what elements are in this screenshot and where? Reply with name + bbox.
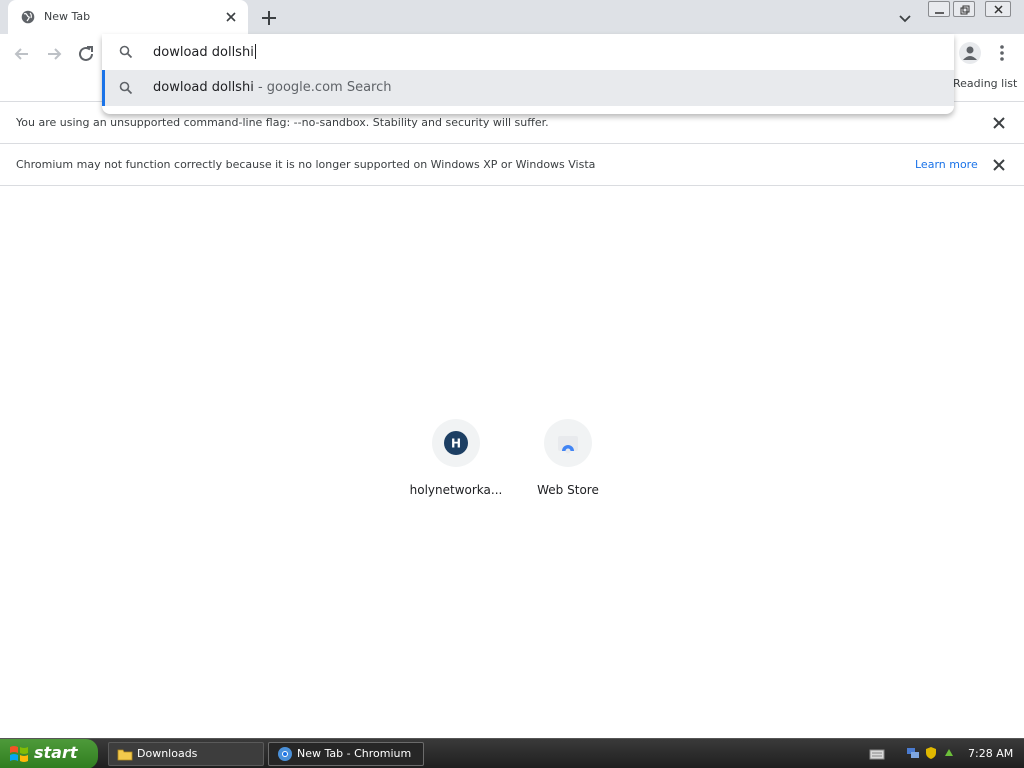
folder-icon (117, 749, 133, 761)
minimize-icon (935, 12, 944, 14)
network-icon[interactable] (906, 746, 920, 760)
reload-icon[interactable] (74, 42, 98, 66)
tab-close-icon[interactable] (222, 8, 240, 26)
shortcut-label: Web Store (537, 483, 599, 497)
shortcut-icon-container: H (432, 419, 480, 467)
shortcut-web-store[interactable]: Web Store (512, 419, 624, 509)
close-icon (994, 5, 1003, 14)
keyboard-icon[interactable] (869, 747, 885, 761)
forward-icon[interactable] (42, 42, 66, 66)
security-shield-icon[interactable] (924, 746, 938, 760)
omnibox-dropdown: dowload dollshi dowload dollshi - google… (102, 34, 954, 114)
update-icon[interactable] (942, 746, 956, 760)
suggestion-text: dowload dollshi - google.com Search (153, 80, 391, 95)
learn-more-link[interactable]: Learn more (915, 158, 978, 171)
start-label: start (34, 743, 78, 762)
close-icon[interactable] (991, 115, 1007, 131)
shortcut-holynetwork[interactable]: H holynetworka... (400, 419, 512, 509)
shortcut-icon-container (544, 419, 592, 467)
infobar-message: Chromium may not function correctly beca… (16, 158, 596, 171)
browser-window: { "tab": { "title": "New Tab" }, "toolba… (0, 0, 1024, 768)
profile-icon (963, 46, 977, 60)
close-icon[interactable] (991, 157, 1007, 173)
taskbar-clock: 7:28 AM (968, 747, 1014, 760)
tab-title: New Tab (44, 10, 91, 23)
tab-new-tab[interactable]: New Tab (8, 0, 248, 34)
web-store-icon (558, 436, 578, 454)
restore-icon (960, 5, 970, 15)
close-window-button[interactable] (985, 1, 1011, 17)
chevron-down-icon[interactable] (894, 7, 916, 29)
profile-button[interactable] (959, 42, 981, 64)
minimize-button[interactable] (928, 1, 950, 17)
suggestion-query: dowload dollshi (153, 80, 254, 95)
taskbar-item-label: New Tab - Chromium (297, 747, 412, 760)
reading-list-button[interactable]: Reading list (953, 77, 1017, 90)
search-icon (119, 81, 133, 95)
omnibox-text: dowload dollshi (153, 44, 256, 60)
omnibox-value: dowload dollshi (153, 45, 254, 60)
omnibox-input[interactable]: dowload dollshi (102, 34, 954, 70)
search-icon (119, 45, 133, 59)
omnibox-suggestion[interactable]: dowload dollshi - google.com Search (102, 70, 954, 106)
infobar-message: You are using an unsupported command-lin… (16, 116, 549, 129)
globe-icon (21, 10, 35, 24)
shortcut-initial: H (451, 437, 461, 451)
suggestion-source: - google.com Search (253, 80, 392, 95)
tab-strip: New Tab (0, 0, 1024, 34)
taskbar-item-label: Downloads (137, 747, 198, 760)
windows-logo-icon (10, 746, 28, 762)
new-tab-plus-icon[interactable] (258, 7, 280, 29)
restore-button[interactable] (953, 1, 975, 17)
back-icon[interactable] (10, 42, 34, 66)
chromium-icon (278, 747, 292, 761)
taskbar-item-chromium[interactable]: New Tab - Chromium (268, 742, 424, 766)
taskbar-item-downloads[interactable]: Downloads (108, 742, 264, 766)
taskbar: start Downloads New Tab - Chromium 7:28 … (0, 738, 1024, 768)
infobar-unsupported-os: Chromium may not function correctly beca… (0, 144, 1024, 186)
text-caret (254, 44, 256, 59)
shortcut-label: holynetworka... (409, 483, 503, 497)
start-button[interactable]: start (0, 739, 98, 768)
site-initial-icon: H (444, 431, 468, 455)
menu-icon[interactable] (996, 42, 1008, 64)
new-tab-page: H holynetworka... Web Store (0, 187, 1024, 738)
